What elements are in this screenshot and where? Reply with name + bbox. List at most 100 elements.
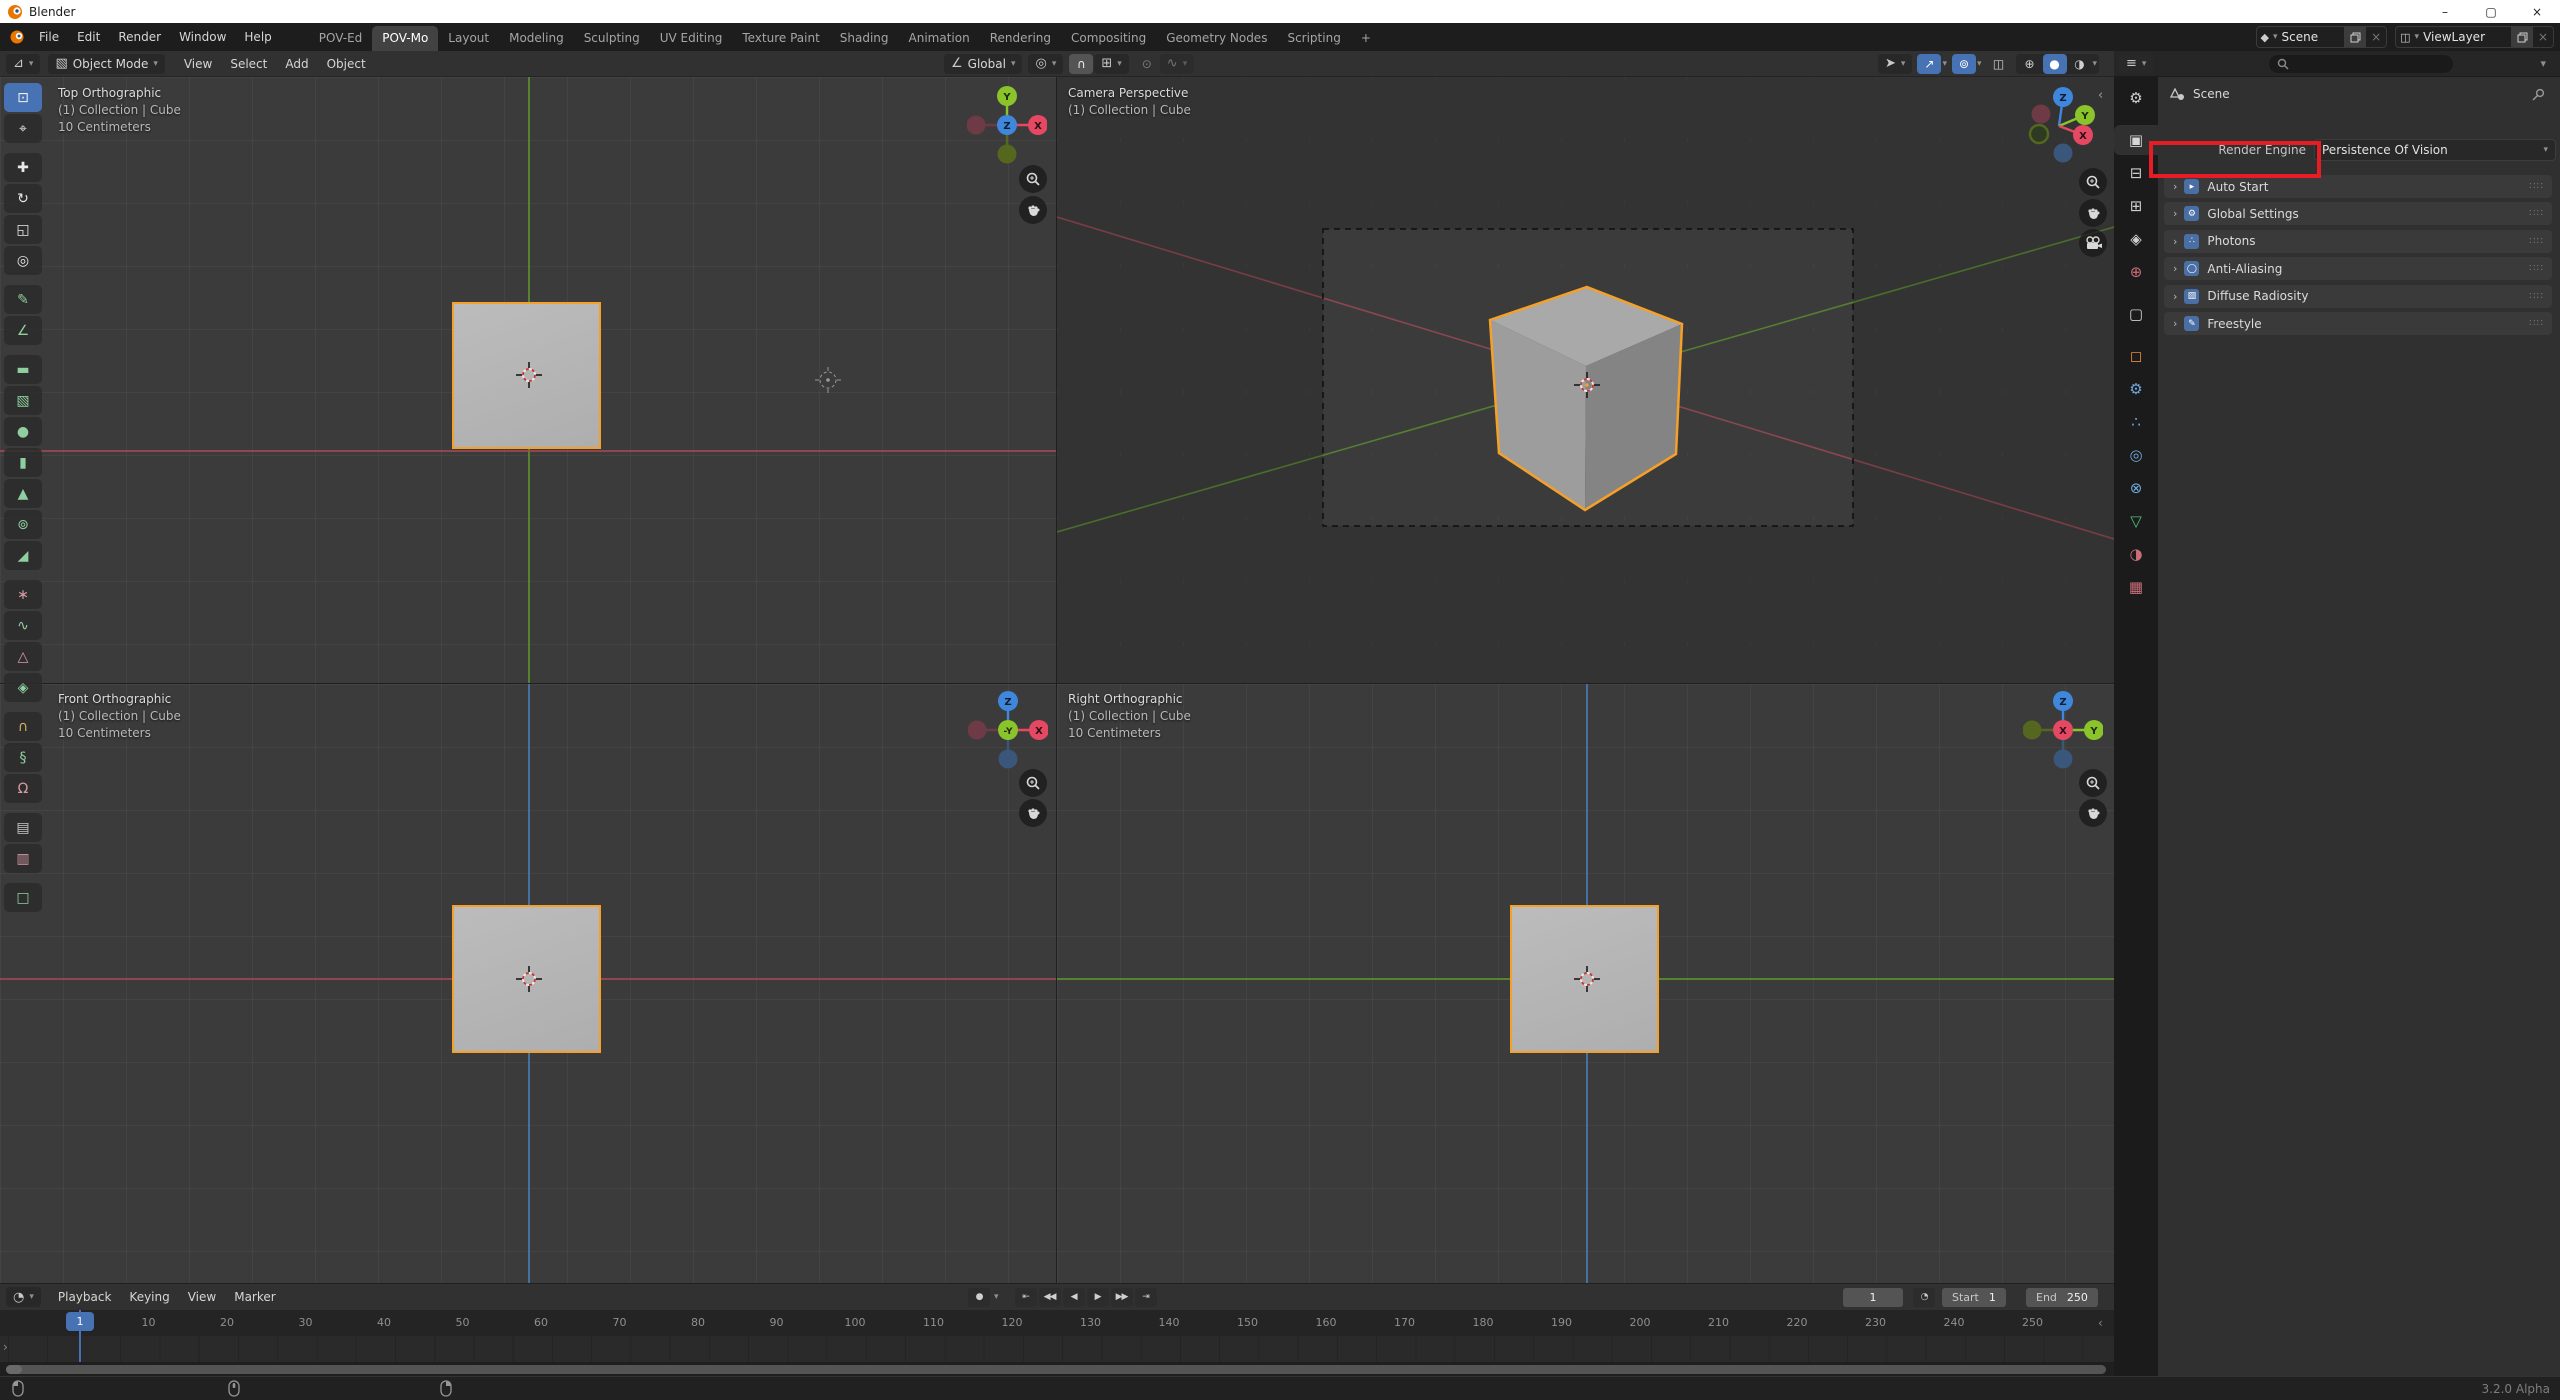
panel-photons[interactable]: › ∴ Photons ∷∷ [2164,230,2552,253]
shading-material-button[interactable]: ◑ [2068,54,2092,74]
scene-name[interactable]: Scene [2278,30,2345,44]
axis-neg-x-ball[interactable] [968,721,987,740]
frame-end-field[interactable]: End 250 [2026,1288,2098,1307]
viewport-menu-item[interactable]: Add [276,54,317,74]
drag-handle-icon[interactable]: ∷∷ [2529,208,2544,219]
current-frame-field[interactable]: 1 [1843,1288,1903,1307]
workspace-tab[interactable]: POV-Mo [372,26,438,51]
proportional-falloff-selector[interactable]: ∿ ▾ [1160,54,1194,74]
minimize-button[interactable]: – [2422,0,2468,23]
add-liquid[interactable]: ▥ [4,844,42,873]
topbar-menu-item[interactable]: File [30,27,68,47]
expand-chevron-icon[interactable]: › [2173,290,2177,303]
panel-global-settings[interactable]: › ⚙ Global Settings ∷∷ [2164,202,2552,225]
axis-neg-x-ball[interactable] [2032,105,2051,124]
viewport-menu-item[interactable]: Object [318,54,375,74]
properties-filter-button[interactable]: ▾ [2540,57,2546,70]
add-cylinder[interactable]: ▮ [4,448,42,477]
workspace-tab[interactable]: UV Editing [650,26,733,51]
add-isosurface[interactable]: ◈ [4,673,42,702]
tab-physics[interactable]: ◎ [2114,440,2158,470]
remove-viewlayer-button[interactable]: × [2533,27,2553,47]
workspace-tab[interactable]: Shading [830,26,899,51]
add-sphere[interactable]: ● [4,417,42,446]
add-mesh-cube[interactable]: □ [4,883,42,912]
stopwatch-icon[interactable]: ◔ [1913,1288,1935,1307]
topbar-menu-item[interactable]: Edit [68,27,109,47]
scene-selector[interactable]: ◆ ▾ Scene × [2256,26,2388,48]
breadcrumb-label[interactable]: Scene [2193,87,2230,101]
tab-material[interactable]: ◑ [2114,539,2158,569]
select-visibility-selector[interactable]: ➤ ▾ [1878,54,1912,74]
tab-world[interactable]: ⊕ [2114,257,2158,287]
topbar-menu-item[interactable]: Window [170,27,235,47]
timeline-menu-item[interactable]: Marker [225,1287,284,1307]
expand-chevron-icon[interactable]: › [2173,262,2177,275]
axis-neg-y-ball[interactable] [2023,721,2042,740]
3d-cursor[interactable] [516,966,542,992]
tab-particles[interactable]: ∴ [2114,407,2158,437]
workspace-tab[interactable]: Compositing [1061,26,1156,51]
properties-search-input[interactable] [2269,55,2453,73]
close-button[interactable]: × [2514,0,2560,23]
drag-handle-icon[interactable]: ∷∷ [2529,291,2544,302]
zoom-button[interactable] [2079,168,2107,196]
play-button[interactable]: ▶ [1087,1288,1109,1307]
add-cone[interactable]: ▲ [4,479,42,508]
jump-to-end-button[interactable]: ⇥ [1135,1288,1157,1307]
navigation-gizmo[interactable]: Y X Z [967,85,1047,165]
snap-target-selector[interactable]: ◎ ▾ [1028,54,1063,74]
tab-modifiers[interactable]: ⚙ [2114,374,2158,404]
axis-neg-z-ball[interactable] [2054,144,2073,163]
viewlayer-selector[interactable]: ◫ ▾ ViewLayer × [2395,26,2554,48]
cursor[interactable]: ⌖ [4,114,42,143]
navigation-gizmo[interactable]: Z Y X [2023,85,2103,165]
new-viewlayer-button[interactable] [2511,27,2533,47]
add-heightfield[interactable]: ▤ [4,813,42,842]
pan-hand-button[interactable] [1019,196,1047,224]
drag-handle-icon[interactable]: ∷∷ [2529,236,2544,247]
snap-magnet-toggle[interactable]: ∩ [1069,54,1093,74]
timeline-expand-arrow[interactable]: › [3,1340,8,1354]
mode-selector[interactable]: ▧ Object Mode ▾ [48,54,164,74]
topbar-menu-item[interactable]: Render [109,27,170,47]
axis-neg-z-ball[interactable] [999,750,1018,769]
move[interactable]: ✚ [4,153,42,182]
render-engine-dropdown[interactable]: Persistence Of Vision ▾ [2314,139,2556,161]
light-object[interactable] [815,367,841,393]
panel-freestyle[interactable]: › ✎ Freestyle ∷∷ [2164,312,2552,335]
navigation-gizmo[interactable]: Z Y X [2023,690,2103,770]
annotate[interactable]: ✎ [4,285,42,314]
tab-object[interactable]: ◻ [2114,341,2158,371]
editor-type-selector[interactable]: ⊿ ▾ [6,54,40,74]
camera-view-button[interactable] [2079,229,2107,257]
timeline-scrollbar[interactable] [0,1362,2114,1376]
add-infinite-plane[interactable]: ▬ [4,355,42,384]
select-box[interactable]: ⊡ [4,83,42,112]
pan-hand-button[interactable] [2079,199,2107,227]
shading-wireframe-button[interactable]: ⊕ [2018,54,2042,74]
workspace-tab[interactable]: Sculpting [574,26,650,51]
scale[interactable]: ◱ [4,215,42,244]
viewport-menu-item[interactable]: Select [221,54,276,74]
expand-chevron-icon[interactable]: › [2173,180,2177,193]
unlink-scene-button[interactable]: × [2366,27,2386,47]
add-sweep[interactable]: ∿ [4,611,42,640]
axis-neg-z-ball[interactable] [2054,750,2073,769]
tab-object-data[interactable]: ▽ [2114,506,2158,536]
viewport-top-orthographic[interactable]: Top Orthographic (1) Collection | Cube 1… [0,77,1057,684]
scrollbar-zoom-handle[interactable] [6,1365,22,1374]
pan-hand-button[interactable] [1019,799,1047,827]
viewlayer-name[interactable]: ViewLayer [2419,30,2511,44]
proportional-editing-toggle[interactable]: ⊙ [1135,54,1159,74]
jump-to-start-button[interactable]: ⇤ [1015,1288,1037,1307]
panel-anti-aliasing[interactable]: › ◯ Anti-Aliasing ∷∷ [2164,257,2552,280]
workspace-tab[interactable]: Rendering [980,26,1061,51]
prev-keyframe-button[interactable]: ◀◀ [1039,1288,1061,1307]
maximize-button[interactable]: ▢ [2468,0,2514,23]
axis-neg-y-ball[interactable] [998,145,1017,164]
topbar-menu-item[interactable]: Help [235,27,280,47]
zoom-button[interactable] [1019,769,1047,797]
tab-scene[interactable]: ◈ [2114,224,2158,254]
add-rainbow[interactable]: ∩ [4,712,42,741]
